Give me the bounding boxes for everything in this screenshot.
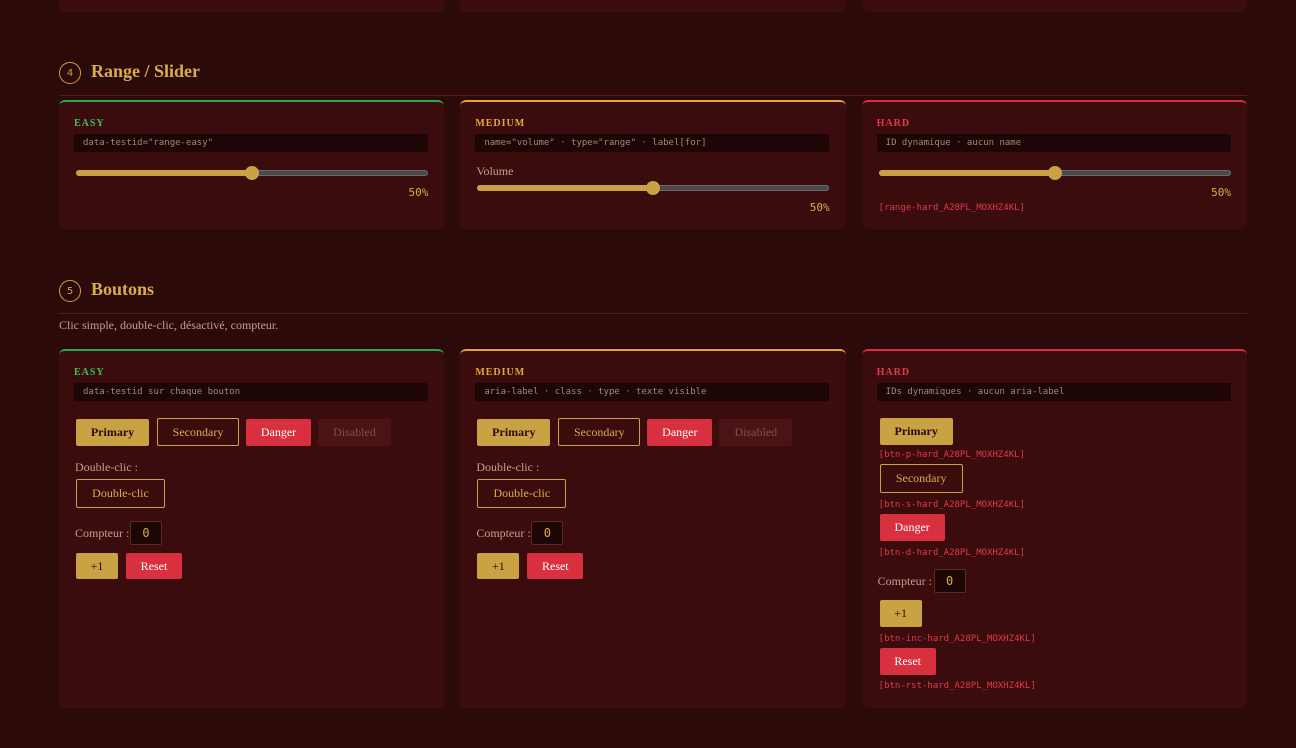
buttons-medium-card: MEDIUM aria-label · class · type · texte…	[460, 349, 846, 708]
selector-hint: name="volume" · type="range" · label[for…	[475, 134, 830, 152]
slider-fill	[76, 170, 252, 176]
slider-fill	[477, 185, 654, 191]
danger-button[interactable]: Danger	[246, 419, 311, 446]
previous-card	[861, 0, 1247, 12]
buttons-cards-row: EASY data-testid sur chaque bouton Prima…	[59, 349, 1247, 708]
level-label: EASY	[74, 367, 105, 378]
level-label: HARD	[876, 118, 911, 129]
buttons-hard-card: HARD IDs dynamiques · aucun aria-label P…	[861, 349, 1247, 708]
secondary-button[interactable]: Secondary	[558, 418, 641, 446]
double-click-label: Double-clic :	[476, 460, 540, 474]
reset-button[interactable]: Reset	[527, 553, 584, 579]
dynamic-id-text: [btn-rst-hard_A28PL_MOXHZ4KL]	[878, 681, 1036, 691]
slider-thumb[interactable]	[646, 181, 661, 195]
previous-section-cards	[59, 0, 1247, 12]
previous-card	[59, 0, 445, 12]
slider-thumb[interactable]	[1047, 166, 1062, 180]
secondary-button[interactable]: Secondary	[879, 464, 963, 493]
increment-button[interactable]: +1	[477, 553, 520, 579]
double-click-button[interactable]: Double-clic	[477, 479, 567, 508]
section-number-badge: 4	[59, 62, 81, 84]
primary-button[interactable]: Primary	[879, 418, 953, 445]
double-click-label: Double-clic :	[75, 460, 138, 474]
range-medium-card: MEDIUM name="volume" · type="range" · la…	[460, 100, 846, 229]
dynamic-id-text: [btn-inc-hard_A28PL_MOXHZ4KL]	[878, 634, 1036, 644]
section-description: Clic simple, double-clic, désactivé, com…	[59, 318, 279, 332]
counter-label: Compteur :	[877, 574, 932, 588]
section-range-header: 4 Range / Slider	[59, 61, 1247, 96]
disabled-button: Disabled	[719, 419, 793, 446]
counter-label: Compteur :	[476, 526, 531, 540]
level-label: HARD	[876, 367, 911, 378]
section-buttons-header: 5 Boutons	[59, 279, 1247, 314]
section-title: Boutons	[91, 279, 155, 299]
reset-button[interactable]: Reset	[126, 553, 182, 579]
increment-button[interactable]: +1	[76, 553, 118, 579]
range-easy-slider[interactable]	[76, 166, 428, 180]
slider-fill	[878, 170, 1055, 176]
range-value-text: 50%	[408, 186, 429, 199]
secondary-button[interactable]: Secondary	[157, 418, 239, 446]
level-label: MEDIUM	[475, 367, 526, 378]
double-click-button[interactable]: Double-clic	[76, 479, 165, 508]
selector-hint: data-testid="range-easy"	[74, 134, 428, 152]
buttons-easy-card: EASY data-testid sur chaque bouton Prima…	[59, 349, 445, 708]
section-number-badge: 5	[59, 280, 81, 302]
primary-button[interactable]: Primary	[76, 419, 149, 446]
range-hard-card: HARD ID dynamique · aucun name 50% [rang…	[861, 100, 1247, 229]
danger-button[interactable]: Danger	[879, 514, 945, 541]
selector-hint: aria-label · class · type · texte visibl…	[475, 383, 830, 401]
selector-hint: ID dynamique · aucun name	[876, 134, 1231, 152]
range-value-text: 50%	[1211, 186, 1231, 199]
volume-label: Volume	[476, 164, 514, 178]
slider-thumb[interactable]	[245, 166, 259, 180]
danger-button[interactable]: Danger	[647, 419, 713, 446]
increment-button[interactable]: +1	[879, 600, 922, 627]
dynamic-id-text: [btn-d-hard_A28PL_MOXHZ4KL]	[878, 548, 1025, 558]
range-hard-slider[interactable]	[878, 166, 1231, 180]
disabled-button: Disabled	[318, 419, 391, 446]
range-medium-slider[interactable]	[477, 181, 830, 195]
range-easy-card: EASY data-testid="range-easy" 50%	[59, 100, 445, 229]
level-label: EASY	[74, 118, 105, 129]
level-label: MEDIUM	[475, 118, 526, 129]
primary-button[interactable]: Primary	[477, 419, 551, 446]
counter-display: 0	[531, 521, 564, 545]
range-cards-row: EASY data-testid="range-easy" 50% MEDIUM…	[59, 100, 1247, 229]
range-value-text: 50%	[809, 201, 830, 214]
counter-display: 0	[130, 521, 162, 545]
selector-hint: data-testid sur chaque bouton	[74, 383, 428, 401]
dynamic-id-text: [btn-p-hard_A28PL_MOXHZ4KL]	[878, 450, 1025, 460]
reset-button[interactable]: Reset	[879, 648, 936, 675]
counter-display: 0	[933, 569, 966, 593]
counter-label: Compteur :	[75, 526, 130, 540]
dynamic-id-text: [btn-s-hard_A28PL_MOXHZ4KL]	[878, 500, 1025, 510]
dynamic-id-text: [range-hard_A28PL_MOXHZ4KL]	[878, 203, 1025, 213]
previous-card	[460, 0, 846, 12]
selector-hint: IDs dynamiques · aucun aria-label	[876, 383, 1231, 401]
section-title: Range / Slider	[91, 61, 201, 81]
